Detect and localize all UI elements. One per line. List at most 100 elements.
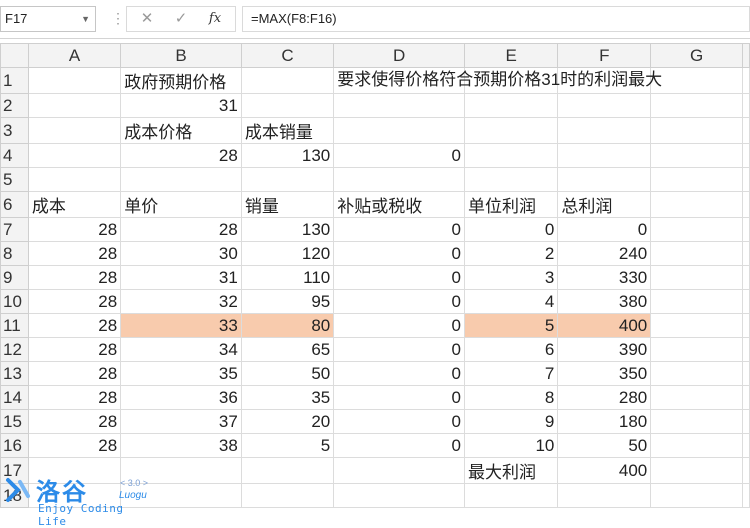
- cell-g17[interactable]: [650, 457, 743, 484]
- cell-d18[interactable]: [333, 483, 465, 508]
- cell-b7[interactable]: 28: [120, 217, 242, 242]
- cell-a10[interactable]: 28: [27, 289, 122, 314]
- cell-a11[interactable]: 28: [27, 313, 122, 338]
- cell-h4[interactable]: [742, 143, 750, 168]
- cell-f3[interactable]: [557, 117, 652, 144]
- cell-c5[interactable]: [240, 167, 335, 192]
- cell-h16[interactable]: [742, 433, 750, 458]
- cell-c15[interactable]: 20: [240, 409, 335, 434]
- chevron-down-icon[interactable]: ▼: [81, 7, 90, 31]
- cell-a15[interactable]: 28: [27, 409, 122, 434]
- cell-c13[interactable]: 50: [240, 361, 335, 386]
- cell-d7[interactable]: 0: [333, 217, 465, 242]
- column-header-g[interactable]: G: [650, 43, 743, 68]
- cell-f14[interactable]: 280: [557, 385, 652, 410]
- cell-d17[interactable]: [333, 457, 465, 484]
- cell-c11[interactable]: 80: [240, 313, 335, 338]
- cell-a12[interactable]: 28: [27, 337, 122, 362]
- cell-c16[interactable]: 5: [240, 433, 335, 458]
- cell-b6[interactable]: 单价: [120, 191, 242, 218]
- cell-g10[interactable]: [650, 289, 743, 314]
- cell-b3[interactable]: 成本价格: [120, 117, 242, 144]
- cell-c2[interactable]: [240, 93, 335, 118]
- cell-b1[interactable]: 政府预期价格: [120, 67, 242, 94]
- cell-f2[interactable]: [557, 93, 652, 118]
- cell-c6[interactable]: 销量: [240, 191, 335, 218]
- cell-e15[interactable]: 9: [463, 409, 559, 434]
- cell-f15[interactable]: 180: [557, 409, 652, 434]
- cell-h13[interactable]: [742, 361, 750, 386]
- column-header-b[interactable]: B: [120, 43, 242, 68]
- cell-g11[interactable]: [650, 313, 743, 338]
- cell-e5[interactable]: [463, 167, 559, 192]
- cell-f13[interactable]: 350: [557, 361, 652, 386]
- cell-d3[interactable]: [333, 117, 465, 144]
- column-header-a[interactable]: A: [27, 43, 122, 68]
- column-header-d[interactable]: D: [333, 43, 465, 68]
- cell-a14[interactable]: 28: [27, 385, 122, 410]
- cell-c3[interactable]: 成本销量: [240, 117, 335, 144]
- enter-icon[interactable]: ✓: [169, 10, 193, 28]
- cell-g2[interactable]: [650, 93, 743, 118]
- cell-g6[interactable]: [650, 191, 743, 218]
- cell-b2[interactable]: 31: [120, 93, 242, 118]
- cell-b4[interactable]: 28: [120, 143, 242, 168]
- cell-b12[interactable]: 34: [120, 337, 242, 362]
- cell-a8[interactable]: 28: [27, 241, 122, 266]
- cell-h2[interactable]: [742, 93, 750, 118]
- cell-f11[interactable]: 400: [557, 313, 652, 338]
- cell-e3[interactable]: [463, 117, 559, 144]
- cell-f10[interactable]: 380: [557, 289, 652, 314]
- cell-d4[interactable]: 0: [333, 143, 465, 168]
- cell-g8[interactable]: [650, 241, 743, 266]
- row-header-9[interactable]: 9: [0, 265, 29, 290]
- cell-e13[interactable]: 7: [463, 361, 559, 386]
- row-header-5[interactable]: 5: [0, 167, 29, 192]
- cell-d9[interactable]: 0: [333, 265, 465, 290]
- cell-h12[interactable]: [742, 337, 750, 362]
- cell-d1[interactable]: 要求使得价格符合预期价格31时的利润最大: [333, 67, 662, 94]
- cell-g3[interactable]: [650, 117, 743, 144]
- cell-d6[interactable]: 补贴或税收: [333, 191, 465, 218]
- cell-g16[interactable]: [650, 433, 743, 458]
- cell-c4[interactable]: 130: [240, 143, 335, 168]
- cell-f4[interactable]: [557, 143, 652, 168]
- cell-b10[interactable]: 32: [120, 289, 242, 314]
- cell-f17[interactable]: 400: [557, 457, 652, 484]
- name-box[interactable]: F17 ▼: [0, 6, 96, 32]
- cell-a7[interactable]: 28: [27, 217, 122, 242]
- cell-h8[interactable]: [742, 241, 750, 266]
- column-header-f[interactable]: F: [557, 43, 652, 68]
- cell-h18[interactable]: [742, 483, 750, 508]
- cell-a4[interactable]: [27, 143, 122, 168]
- cell-e9[interactable]: 3: [463, 265, 559, 290]
- column-header-e[interactable]: E: [463, 43, 559, 68]
- cell-a13[interactable]: 28: [27, 361, 122, 386]
- row-header-8[interactable]: 8: [0, 241, 29, 266]
- cell-b11[interactable]: 33: [120, 313, 242, 338]
- cell-c9[interactable]: 110: [240, 265, 335, 290]
- cell-e11[interactable]: 5: [463, 313, 559, 338]
- cell-h7[interactable]: [742, 217, 750, 242]
- cell-c10[interactable]: 95: [240, 289, 335, 314]
- cell-a2[interactable]: [27, 93, 122, 118]
- row-header-11[interactable]: 11: [0, 313, 29, 338]
- cell-d14[interactable]: 0: [333, 385, 465, 410]
- cell-e7[interactable]: 0: [463, 217, 559, 242]
- cell-h1[interactable]: [742, 67, 750, 94]
- cell-c17[interactable]: [240, 457, 335, 484]
- cell-f16[interactable]: 50: [557, 433, 652, 458]
- cell-d8[interactable]: 0: [333, 241, 465, 266]
- row-header-1[interactable]: 1: [0, 67, 29, 94]
- cell-d15[interactable]: 0: [333, 409, 465, 434]
- cell-a16[interactable]: 28: [27, 433, 122, 458]
- column-header-c[interactable]: C: [240, 43, 335, 68]
- cell-f12[interactable]: 390: [557, 337, 652, 362]
- cell-g1[interactable]: [650, 67, 743, 94]
- formula-input[interactable]: =MAX(F8:F16): [242, 6, 750, 32]
- row-header-13[interactable]: 13: [0, 361, 29, 386]
- cell-g7[interactable]: [650, 217, 743, 242]
- cell-b16[interactable]: 38: [120, 433, 242, 458]
- cell-c1[interactable]: [240, 67, 335, 94]
- cell-g9[interactable]: [650, 265, 743, 290]
